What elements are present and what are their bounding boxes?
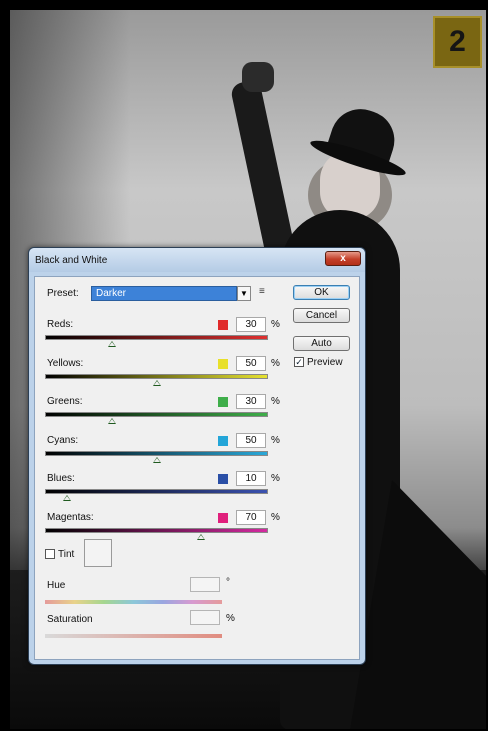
blues-slider-thumb[interactable] (63, 495, 72, 501)
magentas-slider-thumb[interactable] (197, 533, 206, 540)
magentas-label: Magentas: (47, 511, 94, 523)
auto-button[interactable]: Auto (293, 336, 350, 351)
saturation-unit: % (226, 613, 235, 624)
greens-unit: % (271, 396, 280, 407)
blues-label: Blues: (47, 473, 75, 484)
saturation-input[interactable] (190, 610, 220, 625)
greens-slider-track[interactable] (45, 412, 268, 417)
blues-slider-track[interactable] (45, 489, 268, 494)
cyans-value-input[interactable]: 50 (236, 432, 266, 448)
ok-button[interactable]: OK (293, 285, 350, 300)
yellows-label: Yellows: (47, 357, 84, 369)
cyans-swatch (218, 435, 228, 446)
magentas-unit: % (271, 511, 280, 523)
photo-fist (242, 62, 274, 92)
yellows-unit: % (271, 357, 280, 369)
hue-slider[interactable] (45, 600, 222, 604)
hue-unit: ° (226, 577, 230, 588)
saturation-label: Saturation (47, 614, 93, 625)
reds-label: Reds: (47, 319, 74, 330)
yellows-value-input[interactable]: 50 (236, 355, 266, 371)
blues-value-input[interactable]: 10 (236, 471, 266, 486)
yellows-slider-thumb[interactable] (152, 379, 161, 386)
dialog-titlebar[interactable]: Black and White x (29, 248, 365, 272)
greens-label: Greens: (47, 396, 83, 407)
preset-dropdown-arrow-icon[interactable]: ▼ (237, 286, 251, 301)
cyans-slider-thumb[interactable] (152, 456, 161, 463)
greens-swatch (218, 397, 228, 407)
tint-checkbox[interactable] (45, 549, 55, 559)
screenshot-frame: 2 Black and White x Preset: Darker ▼ ≡ O… (0, 0, 488, 731)
reds-swatch (218, 320, 228, 330)
photo-arm (229, 78, 297, 262)
reds-slider-thumb[interactable] (107, 341, 116, 347)
hue-input[interactable] (190, 577, 220, 592)
black-and-white-dialog: Black and White x Preset: Darker ▼ ≡ OK … (28, 247, 366, 665)
cancel-button[interactable]: Cancel (293, 308, 350, 323)
reds-value-input[interactable]: 30 (236, 317, 266, 332)
hue-label: Hue (47, 580, 66, 591)
reds-unit: % (271, 319, 280, 330)
dialog-body: Preset: Darker ▼ ≡ OK Cancel Auto ✓ Prev… (34, 276, 360, 660)
preset-select[interactable]: Darker (91, 286, 237, 301)
blues-unit: % (271, 473, 280, 484)
magentas-value-input[interactable]: 70 (236, 509, 266, 525)
reds-slider-track[interactable] (45, 335, 268, 340)
magentas-swatch (218, 512, 228, 523)
close-button[interactable]: x (325, 251, 361, 266)
preview-checkbox[interactable]: ✓ (294, 357, 304, 367)
magentas-slider-track[interactable] (45, 527, 268, 533)
greens-slider-thumb[interactable] (107, 418, 116, 424)
cyans-label: Cyans: (47, 434, 79, 446)
preset-options-icon[interactable]: ≡ (259, 286, 271, 298)
cyans-unit: % (271, 434, 280, 446)
yellows-swatch (218, 358, 228, 369)
yellows-slider-track[interactable] (45, 373, 268, 379)
blues-swatch (218, 474, 228, 484)
cyans-slider-track[interactable] (45, 450, 268, 456)
preview-label: Preview (307, 357, 343, 368)
greens-value-input[interactable]: 30 (236, 394, 266, 409)
tint-color-swatch[interactable] (84, 539, 112, 567)
preset-label: Preset: (47, 288, 79, 299)
step-badge: 2 (433, 16, 482, 68)
dialog-title: Black and White (35, 255, 108, 266)
tint-label: Tint (58, 549, 75, 560)
saturation-slider[interactable] (45, 634, 222, 638)
